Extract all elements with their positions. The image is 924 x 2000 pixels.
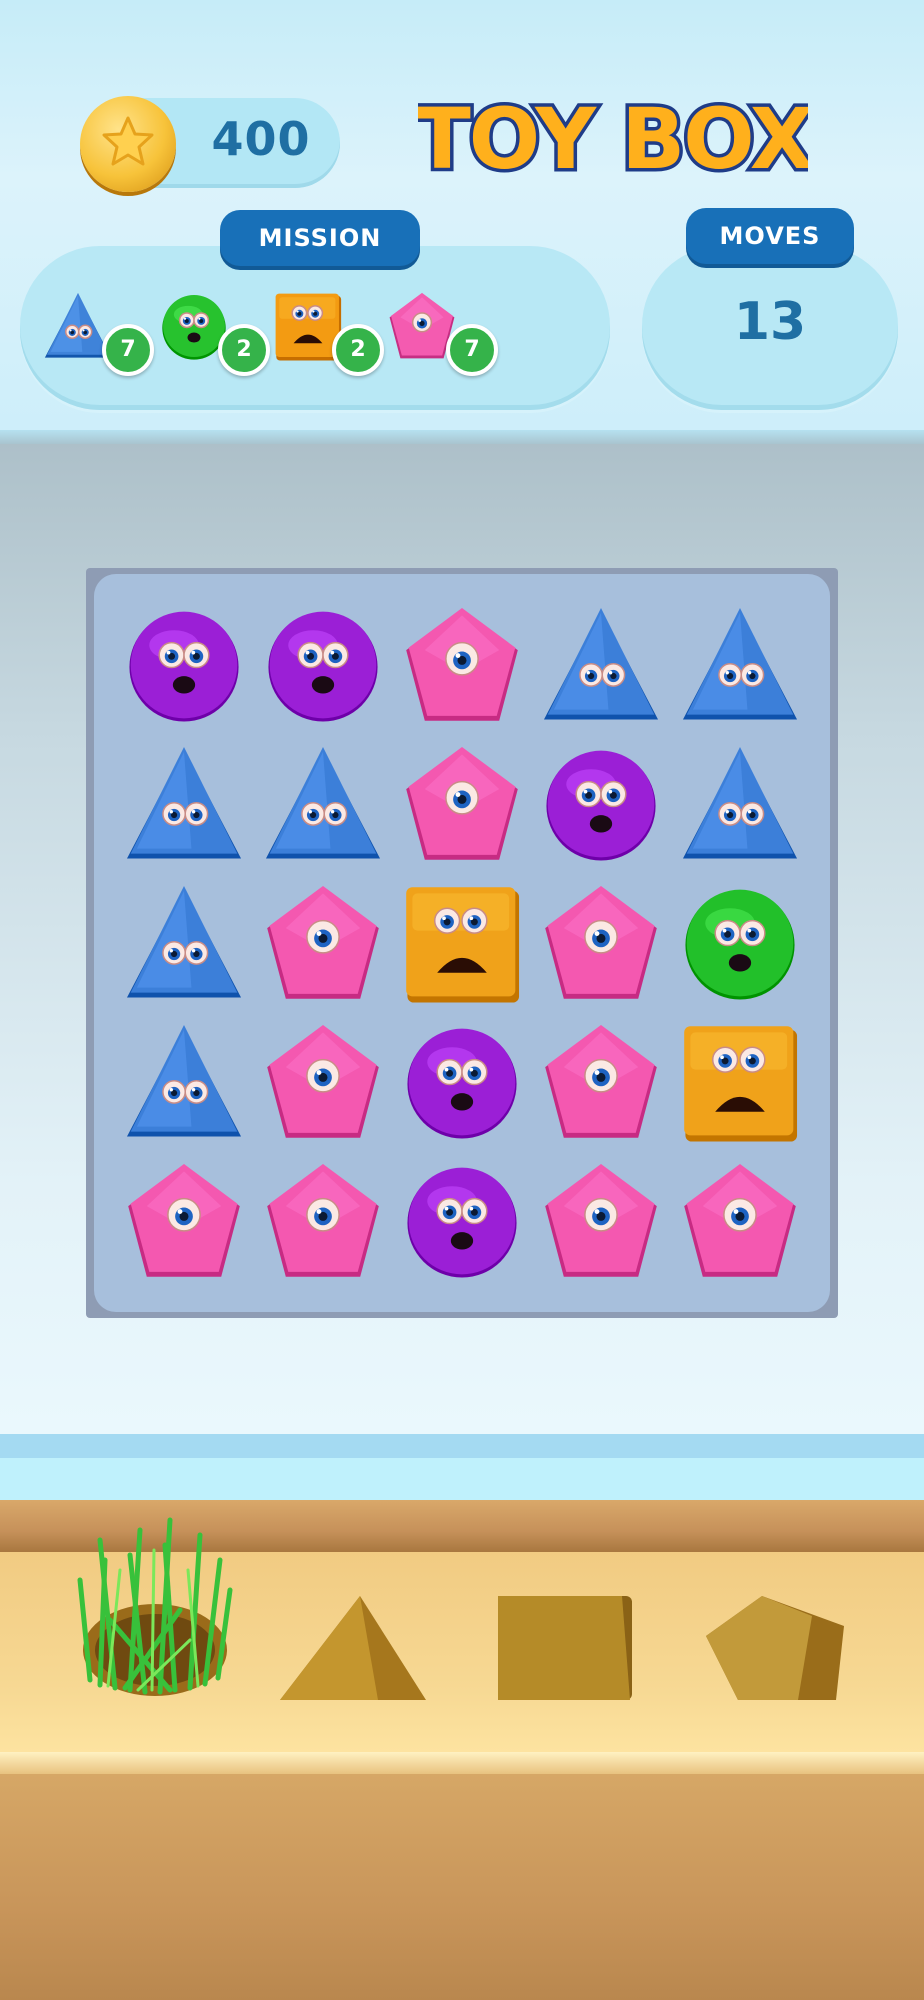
- conveyor-rail-lower: [0, 1458, 924, 1500]
- board-piece-triangle-blue[interactable]: [678, 742, 802, 866]
- board-piece-circle-purple[interactable]: [400, 1159, 524, 1283]
- circle-slot-grass[interactable]: [70, 1500, 240, 1710]
- coin-count: 400: [211, 112, 311, 166]
- board-piece-circle-purple[interactable]: [539, 742, 663, 866]
- mission-count-badge: 2: [332, 324, 384, 376]
- svg-text:TOY BOX: TOY BOX: [418, 90, 808, 188]
- board-piece-circle-purple[interactable]: [400, 1020, 524, 1144]
- moves-tab: MOVES: [686, 208, 854, 264]
- toy-box-edge: [0, 1752, 924, 1774]
- board-piece-square-orange[interactable]: [678, 1020, 802, 1144]
- mission-item-triangle: 7: [42, 290, 154, 376]
- board-piece-triangle-blue[interactable]: [678, 603, 802, 727]
- board-piece-square-orange[interactable]: [400, 881, 524, 1005]
- mission-item-pentagon: 7: [386, 290, 498, 376]
- board-piece-triangle-blue[interactable]: [122, 881, 246, 1005]
- mission-item-circle: 2: [158, 290, 270, 376]
- mission-tab: MISSION: [220, 210, 420, 266]
- board-piece-pentagon-pink[interactable]: [539, 881, 663, 1005]
- board-piece-pentagon-pink[interactable]: [400, 603, 524, 727]
- board-piece-triangle-blue[interactable]: [261, 742, 385, 866]
- mission-count-badge: 2: [218, 324, 270, 376]
- board-piece-circle-purple[interactable]: [261, 603, 385, 727]
- pentagon-slot[interactable]: [702, 1592, 852, 1704]
- triangle-slot[interactable]: [278, 1592, 428, 1702]
- mission-count-badge: 7: [446, 324, 498, 376]
- board-piece-circle-purple[interactable]: [122, 603, 246, 727]
- board-piece-pentagon-pink[interactable]: [261, 1159, 385, 1283]
- square-slot[interactable]: [494, 1594, 644, 1704]
- board-piece-circle-green[interactable]: [678, 881, 802, 1005]
- board-piece-triangle-blue[interactable]: [122, 742, 246, 866]
- mission-count-badge: 7: [102, 324, 154, 376]
- board-piece-triangle-blue[interactable]: [539, 603, 663, 727]
- conveyor-rail: [0, 1434, 924, 1458]
- board-piece-pentagon-pink[interactable]: [261, 1020, 385, 1144]
- board-piece-pentagon-pink[interactable]: [122, 1159, 246, 1283]
- toy-box-base: [0, 1774, 924, 2000]
- board-piece-pentagon-pink[interactable]: [261, 881, 385, 1005]
- board-piece-pentagon-pink[interactable]: [400, 742, 524, 866]
- board-piece-triangle-blue[interactable]: [122, 1020, 246, 1144]
- header-divider: [0, 430, 924, 444]
- board-piece-pentagon-pink[interactable]: [539, 1159, 663, 1283]
- game-logo: TOY BOX: [418, 87, 808, 192]
- mission-item-square: 2: [272, 290, 384, 376]
- moves-count: 13: [733, 292, 807, 352]
- board-piece-pentagon-pink[interactable]: [678, 1159, 802, 1283]
- coin-icon: [80, 96, 176, 192]
- board-piece-pentagon-pink[interactable]: [539, 1020, 663, 1144]
